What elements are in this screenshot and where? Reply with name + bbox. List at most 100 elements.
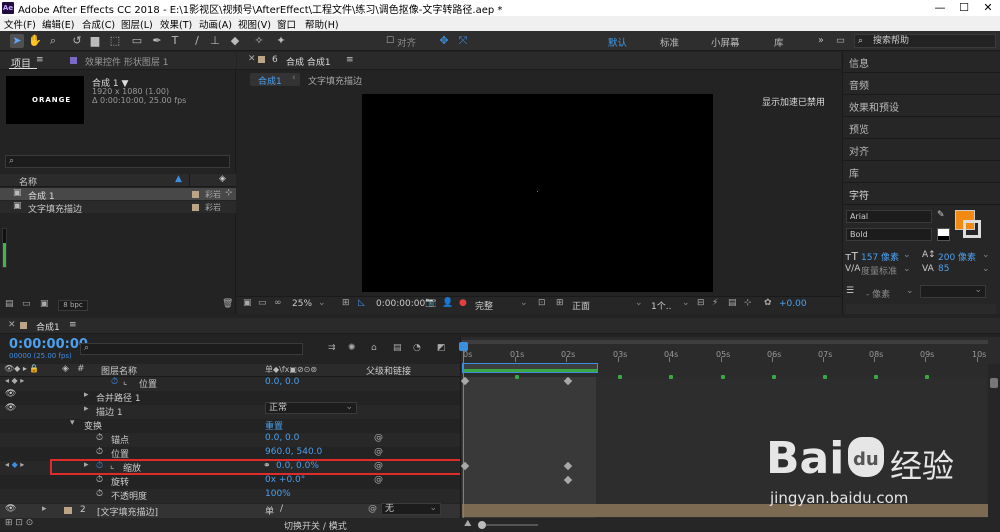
- close-tab-icon[interactable]: ✕: [248, 54, 256, 64]
- keyframe-nav-icon[interactable]: ◂ ◆ ▸: [5, 376, 24, 385]
- stopwatch-icon[interactable]: ⏱: [111, 377, 118, 387]
- pick-whip-icon[interactable]: @: [374, 447, 383, 457]
- pick-whip-icon[interactable]: @: [368, 504, 377, 514]
- workspace-small-screen[interactable]: 小屏幕: [711, 35, 740, 49]
- expand-arrow-icon[interactable]: ▸: [84, 390, 89, 400]
- transparency-grid-icon[interactable]: ⊡: [538, 298, 546, 308]
- roto-brush-tool-icon[interactable]: ✧: [252, 34, 266, 48]
- label-color-swatch[interactable]: [192, 191, 199, 198]
- expand-icon[interactable]: ⤧: [456, 34, 470, 48]
- shy-switch-icon[interactable]: 单: [265, 504, 274, 517]
- close-button[interactable]: ✕: [976, 0, 1000, 16]
- workspace-more-icon[interactable]: »: [818, 35, 824, 46]
- maximize-button[interactable]: ☐: [952, 0, 976, 16]
- delete-icon[interactable]: 🗑: [222, 299, 233, 309]
- tab-composition[interactable]: 合成 合成1: [286, 55, 331, 68]
- work-area-top[interactable]: [462, 340, 988, 344]
- snapshot-icon[interactable]: 📷: [425, 298, 436, 308]
- comp-mini-flowchart-icon[interactable]: ⇉: [328, 343, 336, 353]
- show-snapshot-icon[interactable]: 👤: [442, 298, 453, 308]
- workspace-default[interactable]: 默认: [608, 35, 627, 49]
- breadcrumb-precomp[interactable]: 文字填充描边: [308, 74, 362, 87]
- menu-help[interactable]: 帮助(H): [305, 17, 339, 31]
- 3d-view-icon[interactable]: ⊞: [556, 298, 564, 308]
- col-parent[interactable]: 父级和链接: [366, 364, 411, 377]
- region-of-interest-icon[interactable]: ▭: [258, 298, 267, 308]
- clone-stamp-tool-icon[interactable]: ⊥: [208, 34, 222, 48]
- align-checkbox[interactable]: ☐: [383, 34, 397, 48]
- keyframe-nav-icon[interactable]: ◂ ◆ ▸: [5, 460, 24, 469]
- timeline-timecode[interactable]: 0:00:00:00: [9, 337, 88, 352]
- menu-composition[interactable]: 合成(C): [82, 17, 115, 31]
- sort-up-icon[interactable]: ▲: [175, 174, 182, 184]
- view-layout-dropdown[interactable]: 1个..: [651, 299, 671, 312]
- interpret-footage-icon[interactable]: ▤: [5, 299, 14, 309]
- label-color-swatch[interactable]: [192, 204, 199, 211]
- scrollbar-thumb[interactable]: [990, 378, 998, 388]
- font-style-dropdown[interactable]: Bold: [846, 228, 932, 241]
- flowchart-icon[interactable]: ⊹: [225, 188, 233, 198]
- property-row[interactable]: [0, 475, 460, 489]
- draft-3d-icon[interactable]: ✺: [348, 343, 356, 353]
- stroke-style-dropdown[interactable]: ⌄: [920, 285, 986, 298]
- layer-duration-bar[interactable]: [462, 377, 596, 518]
- color-channels-icon[interactable]: ●: [459, 298, 467, 308]
- stopwatch-icon[interactable]: ⏱: [96, 447, 103, 457]
- visibility-eye-icon[interactable]: 👁: [5, 389, 16, 399]
- property-row[interactable]: [0, 419, 460, 433]
- current-time-display[interactable]: 0:00:00:00: [376, 299, 425, 309]
- property-row[interactable]: [0, 433, 460, 447]
- menu-window[interactable]: 窗口: [277, 17, 296, 31]
- menu-edit[interactable]: 编辑(E): [42, 17, 74, 31]
- reset-link[interactable]: 重置: [265, 419, 283, 432]
- menu-view[interactable]: 视图(V): [238, 17, 271, 31]
- frame-blending-icon[interactable]: ▤: [393, 343, 402, 353]
- property-value[interactable]: 960.0, 540.0: [265, 447, 322, 457]
- 3d-view-dropdown[interactable]: 正面: [572, 299, 590, 312]
- blend-mode-dropdown[interactable]: 正常 ⌄: [265, 402, 357, 414]
- col-layer-name[interactable]: 图层名称: [101, 364, 137, 377]
- hand-tool-icon[interactable]: ✋: [28, 34, 42, 48]
- stroke-color-swatch[interactable]: [963, 220, 981, 238]
- property-value[interactable]: 0.0, 0.0: [265, 377, 299, 387]
- type-tool-icon[interactable]: T: [168, 34, 182, 48]
- project-menu-icon[interactable]: ≡: [36, 55, 44, 65]
- flowchart-icon[interactable]: ⊹: [744, 298, 752, 308]
- black-swatch[interactable]: [938, 236, 949, 240]
- zoom-out-icon[interactable]: ⛰: [464, 519, 472, 529]
- panel-effects-presets[interactable]: 效果和预设: [849, 99, 899, 114]
- puppet-tool-icon[interactable]: ✦: [274, 34, 288, 48]
- layer-name[interactable]: [文字填充描边]: [97, 505, 158, 518]
- new-folder-icon[interactable]: ▭: [22, 299, 31, 309]
- stopwatch-icon[interactable]: ⏱: [96, 489, 103, 499]
- expand-arrow-icon[interactable]: ▸: [42, 504, 47, 514]
- kerning-value[interactable]: 度量标准: [861, 264, 897, 277]
- camera-tool-icon[interactable]: ▆: [88, 34, 102, 48]
- current-time-indicator[interactable]: [463, 344, 464, 518]
- stopwatch-icon[interactable]: ⏱: [96, 433, 103, 443]
- toggle-switches-modes[interactable]: 切换开关 / 模式: [284, 519, 347, 532]
- expand-arrow-icon[interactable]: ▸: [84, 404, 89, 414]
- property-value[interactable]: 0.0, 0.0: [265, 433, 299, 443]
- pen-tool-icon[interactable]: ✒: [150, 34, 164, 48]
- stroke-width-value[interactable]: - 像素: [866, 287, 890, 300]
- motion-blur-icon[interactable]: ◔: [413, 343, 421, 353]
- font-family-dropdown[interactable]: Arial: [846, 210, 932, 223]
- safe-margins-icon[interactable]: ⊞: [342, 298, 350, 308]
- panel-info[interactable]: 信息: [849, 55, 869, 70]
- comp-menu-icon[interactable]: ≡: [346, 55, 354, 65]
- workspace-library[interactable]: 库: [774, 35, 784, 49]
- toggle-pixel-aspect-icon[interactable]: ⊟: [697, 298, 705, 308]
- footer-toggle-icon[interactable]: ⊞ ⊡ ⊙: [5, 518, 33, 528]
- workspace-standard[interactable]: 标准: [660, 35, 679, 49]
- selection-tool-icon[interactable]: ➤: [10, 34, 24, 48]
- fast-previews-icon[interactable]: ⚡: [712, 298, 718, 308]
- exposure-value[interactable]: +0.00: [779, 299, 807, 309]
- project-search-input[interactable]: ⌕: [5, 155, 230, 168]
- white-swatch[interactable]: [937, 228, 950, 241]
- property-row[interactable]: [0, 391, 460, 405]
- timeline-menu-icon[interactable]: ≡: [69, 320, 77, 330]
- menu-layer[interactable]: 图层(L): [121, 17, 153, 31]
- search-help-input[interactable]: ⌕ 搜索帮助: [854, 34, 996, 48]
- close-tab-icon[interactable]: ✕: [8, 320, 16, 330]
